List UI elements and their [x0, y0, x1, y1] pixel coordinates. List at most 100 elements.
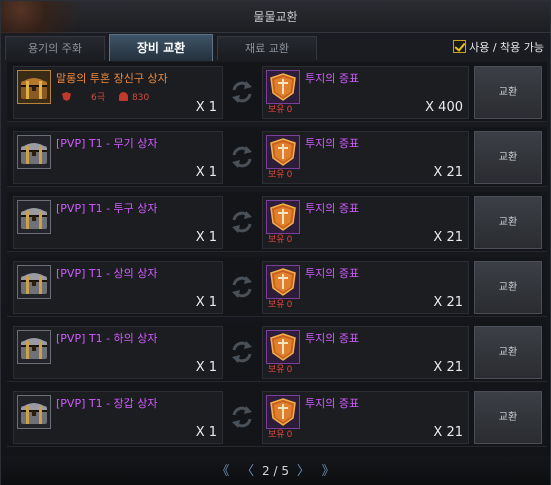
owned-label: 보유: [268, 170, 285, 180]
first-page-icon[interactable]: 《: [216, 464, 229, 479]
usable-filter-checkbox[interactable]: 사용 / 착용 가능: [453, 40, 544, 56]
tab-courage-coin[interactable]: 용기의 주화: [5, 36, 105, 60]
get-item-cell[interactable]: 투지의 증표 보유 0 X 21: [262, 131, 469, 184]
silver-chest-icon: [21, 338, 47, 359]
get-item-slot[interactable]: [266, 200, 300, 234]
grade-shield-icon: [62, 92, 71, 101]
get-item-owned: 보유 0: [266, 167, 292, 180]
title-decoration: [1, 1, 91, 33]
get-item-slot[interactable]: [266, 70, 300, 104]
exchange-arrows-icon: [232, 406, 252, 428]
give-item-slot[interactable]: [17, 265, 51, 299]
give-item-name: [PVP] T1 - 장갑 상자: [56, 397, 158, 410]
give-item-slot[interactable]: [17, 330, 51, 364]
give-item-qty: X 1: [195, 295, 217, 310]
get-item-name: 투지의 증표: [305, 72, 360, 85]
give-item-name: [PVP] T1 - 하의 상자: [56, 332, 158, 345]
give-item-cell[interactable]: [PVP] T1 - 하의 상자 X 1: [13, 326, 223, 379]
exchange-button[interactable]: 교환: [474, 261, 542, 314]
exchange-list[interactable]: 말롱의 투혼 장신구 상자 6극 830 X 1 투지의 증표 보유 0 X 4…: [7, 62, 547, 454]
shield-sword-token-icon: [270, 398, 296, 426]
get-item-cell[interactable]: 투지의 증표 보유 0 X 400: [262, 66, 469, 119]
give-item-cell[interactable]: [PVP] T1 - 상의 상자 X 1: [13, 261, 223, 314]
owned-count: 0: [286, 430, 293, 440]
get-item-slot[interactable]: [266, 330, 300, 364]
get-item-name: 투지의 증표: [305, 137, 360, 150]
get-item-owned: 보유 0: [266, 362, 292, 375]
get-item-owned: 보유 0: [266, 297, 292, 310]
get-item-slot[interactable]: [266, 135, 300, 169]
give-item-qty: X 1: [195, 230, 217, 245]
exchange-arrows-icon: [232, 146, 252, 168]
get-item-qty: X 400: [425, 100, 463, 115]
silver-chest-icon: [21, 273, 47, 294]
give-item-slot[interactable]: [17, 200, 51, 234]
give-item-name: [PVP] T1 - 투구 상자: [56, 202, 158, 215]
shield-sword-token-icon: [270, 333, 296, 361]
owned-label: 보유: [268, 365, 285, 375]
usable-filter-label: 사용 / 착용 가능: [469, 41, 544, 54]
checkbox-checked-icon[interactable]: [453, 40, 467, 53]
shield-sword-token-icon: [270, 203, 296, 231]
owned-label: 보유: [268, 105, 285, 115]
exchange-arrows-icon: [232, 211, 252, 233]
exchange-row: 말롱의 투혼 장신구 상자 6극 830 X 1 투지의 증표 보유 0 X 4…: [7, 62, 547, 122]
title-bar[interactable]: 물물교환: [1, 1, 550, 33]
give-item-qty: X 1: [195, 100, 217, 115]
give-item-slot[interactable]: [17, 135, 51, 169]
exchange-button[interactable]: 교환: [474, 131, 542, 184]
barter-window: 물물교환 용기의 주화 장비 교환 재료 교환 사용 / 착용 가능 말롱의 투…: [0, 0, 551, 485]
exchange-button[interactable]: 교환: [474, 326, 542, 379]
get-item-qty: X 21: [433, 360, 463, 375]
give-item-qty: X 1: [195, 425, 217, 440]
golden-chest-icon: [21, 78, 47, 99]
pagination: 《 〈 2 / 5 〉 》: [1, 457, 550, 485]
exchange-arrows-icon: [232, 341, 252, 363]
give-item-meta: 6극 830: [62, 90, 163, 103]
give-item-cell[interactable]: [PVP] T1 - 장갑 상자 X 1: [13, 391, 223, 444]
get-item-owned: 보유 0: [266, 232, 292, 245]
give-item-slot[interactable]: [17, 395, 51, 429]
owned-count: 0: [286, 170, 293, 180]
get-item-slot[interactable]: [266, 265, 300, 299]
get-item-name: 투지의 증표: [305, 267, 360, 280]
tab-equipment-exchange[interactable]: 장비 교환: [109, 34, 213, 61]
get-item-qty: X 21: [433, 425, 463, 440]
give-item-grade: 6극: [91, 93, 106, 103]
last-page-icon[interactable]: 》: [322, 464, 335, 479]
exchange-row: [PVP] T1 - 상의 상자 X 1 투지의 증표 보유 0 X 21 교환: [7, 257, 547, 317]
get-item-cell[interactable]: 투지의 증표 보유 0 X 21: [262, 261, 469, 314]
give-item-slot[interactable]: [17, 70, 51, 104]
get-item-qty: X 21: [433, 230, 463, 245]
shield-sword-token-icon: [270, 138, 296, 166]
shield-sword-token-icon: [270, 73, 296, 101]
give-item-cell[interactable]: [PVP] T1 - 투구 상자 X 1: [13, 196, 223, 249]
get-item-owned: 보유 0: [266, 427, 292, 440]
give-item-qty: X 1: [195, 165, 217, 180]
give-item-cell[interactable]: [PVP] T1 - 무기 상자 X 1: [13, 131, 223, 184]
silver-chest-icon: [21, 208, 47, 229]
get-item-cell[interactable]: 투지의 증표 보유 0 X 21: [262, 326, 469, 379]
get-item-cell[interactable]: 투지의 증표 보유 0 X 21: [262, 391, 469, 444]
exchange-button[interactable]: 교환: [474, 196, 542, 249]
give-item-name: 말롱의 투혼 장신구 상자: [56, 72, 168, 85]
exchange-button[interactable]: 교환: [474, 66, 542, 119]
get-item-owned: 보유 0: [266, 102, 292, 115]
prev-page-icon[interactable]: 〈: [241, 464, 254, 479]
window-title: 물물교환: [253, 10, 298, 24]
get-item-name: 투지의 증표: [305, 332, 360, 345]
get-item-slot[interactable]: [266, 395, 300, 429]
owned-label: 보유: [268, 235, 285, 245]
owned-label: 보유: [268, 300, 285, 310]
exchange-button[interactable]: 교환: [474, 391, 542, 444]
get-item-cell[interactable]: 투지의 증표 보유 0 X 21: [262, 196, 469, 249]
silver-chest-icon: [21, 143, 47, 164]
exchange-row: [PVP] T1 - 하의 상자 X 1 투지의 증표 보유 0 X 21 교환: [7, 322, 547, 382]
give-item-power: 830: [132, 93, 150, 103]
give-item-cell[interactable]: 말롱의 투혼 장신구 상자 6극 830 X 1: [13, 66, 223, 119]
tab-material-exchange[interactable]: 재료 교환: [217, 36, 317, 60]
exchange-row: [PVP] T1 - 투구 상자 X 1 투지의 증표 보유 0 X 21 교환: [7, 192, 547, 252]
next-page-icon[interactable]: 〉: [297, 464, 310, 479]
owned-count: 0: [286, 235, 293, 245]
shield-sword-token-icon: [270, 268, 296, 296]
